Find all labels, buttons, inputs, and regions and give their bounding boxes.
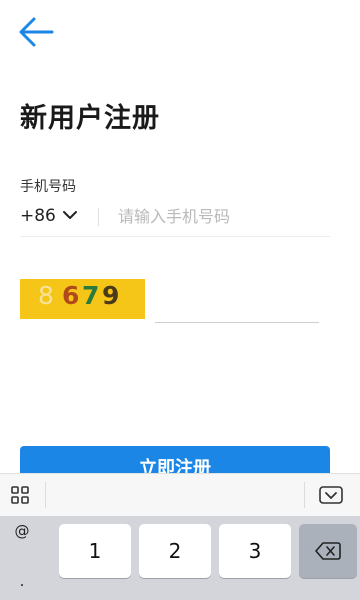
key-3[interactable]: 3 — [219, 524, 291, 578]
backspace-icon — [315, 542, 341, 560]
keyboard-keys: @ . 1 2 3 — [0, 516, 360, 600]
grid-icon[interactable] — [8, 483, 32, 507]
captcha-input[interactable] — [155, 288, 319, 323]
soft-keyboard: @ . 1 2 3 — [0, 473, 360, 600]
key-1[interactable]: 1 — [59, 524, 131, 578]
captcha-char: 9 — [102, 281, 120, 310]
symbol-key-at[interactable]: @ — [0, 522, 44, 540]
phone-field-row: +86 — [20, 200, 330, 237]
country-code-selector[interactable]: +86 — [20, 206, 56, 226]
captcha-char: 8 — [38, 281, 54, 310]
toolbar-divider — [304, 482, 305, 508]
key-2[interactable]: 2 — [139, 524, 211, 578]
divider — [98, 208, 99, 226]
keyboard-collapse-icon[interactable] — [318, 483, 344, 507]
chevron-down-icon[interactable] — [62, 209, 78, 221]
page-title: 新用户注册 — [20, 103, 160, 134]
captcha-image[interactable]: 8 6 7 9 — [20, 279, 145, 319]
arrow-left-icon — [19, 17, 54, 47]
backspace-key[interactable] — [299, 524, 357, 578]
back-button[interactable] — [14, 12, 58, 52]
keyboard-toolbar — [0, 473, 360, 516]
captcha-char: 7 — [82, 281, 100, 310]
symbol-key-dot[interactable]: . — [0, 572, 44, 590]
phone-input[interactable] — [118, 202, 318, 230]
captcha-char: 6 — [62, 281, 80, 310]
toolbar-divider — [45, 482, 46, 508]
phone-label: 手机号码 — [20, 179, 76, 195]
